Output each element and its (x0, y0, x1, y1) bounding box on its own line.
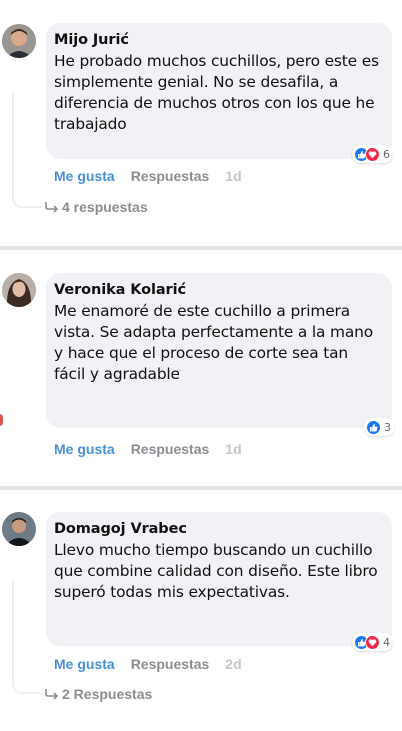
replies-count: 2 Respuestas (62, 686, 153, 702)
comment-timestamp: 1d (225, 441, 242, 457)
avatar[interactable] (2, 273, 36, 307)
reaction-summary[interactable]: 3 (364, 418, 394, 436)
comment-bubble: Veronika Kolarić Me enamoré de este cuch… (46, 273, 392, 428)
divider (0, 486, 402, 490)
comment-bubble: Mijo Jurić He probado muchos cuchillos, … (46, 23, 392, 159)
reaction-summary[interactable]: 6 (352, 145, 393, 163)
avatar[interactable] (2, 512, 36, 546)
thread-line (12, 92, 42, 208)
comment-actions: Me gusta Respuestas 1d (54, 441, 242, 457)
like-button[interactable]: Me gusta (54, 441, 115, 457)
love-reaction-icon (365, 634, 380, 650)
reaction-count: 6 (383, 147, 390, 161)
reply-button[interactable]: Respuestas (131, 168, 210, 184)
reply-button[interactable]: Respuestas (131, 441, 210, 457)
view-replies-link[interactable]: 4 respuestas (44, 199, 148, 215)
comment-author[interactable]: Domagoj Vrabec (54, 521, 382, 537)
reaction-count: 3 (384, 420, 391, 434)
reply-arrow-icon (45, 202, 59, 213)
reply-button[interactable]: Respuestas (131, 656, 210, 672)
scroll-edge-marker (0, 414, 3, 426)
comment-author[interactable]: Veronika Kolarić (54, 282, 382, 298)
love-reaction-icon (365, 146, 380, 162)
reaction-count: 4 (383, 635, 390, 649)
like-button[interactable]: Me gusta (54, 656, 115, 672)
comment-actions: Me gusta Respuestas 2d (54, 656, 242, 672)
view-replies-link[interactable]: 2 Respuestas (44, 686, 152, 702)
reaction-summary[interactable]: 4 (352, 633, 393, 651)
comment-text: He probado muchos cuchillos, pero este e… (54, 52, 379, 133)
replies-count: 4 respuestas (62, 199, 148, 215)
comment-text: Me enamoré de este cuchillo a primera vi… (54, 302, 374, 383)
comment-actions: Me gusta Respuestas 1d (54, 168, 242, 184)
reply-arrow-icon (45, 689, 59, 700)
comment-text: Llevo mucho tiempo buscando un cuchillo … (54, 541, 378, 601)
comment-timestamp: 1d (225, 168, 242, 184)
comment-timestamp: 2d (225, 656, 242, 672)
comment-bubble: Domagoj Vrabec Llevo mucho tiempo buscan… (46, 512, 392, 646)
divider (0, 246, 402, 250)
thread-line (12, 580, 42, 694)
like-reaction-icon (366, 419, 381, 435)
comment-author[interactable]: Mijo Jurić (54, 32, 382, 48)
avatar[interactable] (2, 24, 36, 58)
like-button[interactable]: Me gusta (54, 168, 115, 184)
